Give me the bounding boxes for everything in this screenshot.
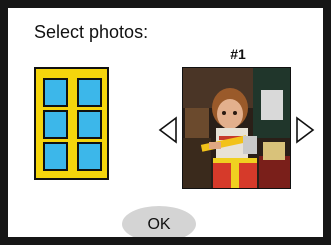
layout-slot	[77, 142, 102, 171]
layout-slot	[43, 110, 68, 139]
triangle-left-outline-icon	[158, 116, 177, 144]
photo-select-screen: Select photos: #1 OK	[8, 8, 323, 237]
photo-counter: #1	[230, 46, 246, 62]
ok-button[interactable]: OK	[122, 206, 196, 237]
six-up-photo-layout-icon[interactable]	[34, 67, 109, 180]
layout-slot	[43, 142, 68, 171]
child-photo-image	[183, 68, 290, 188]
screen-title: Select photos:	[34, 22, 149, 42]
layout-slot	[43, 78, 68, 107]
device-bezel: Select photos: #1 OK	[0, 0, 331, 245]
triangle-right-outline-icon	[296, 116, 315, 144]
layout-slot	[77, 110, 102, 139]
layout-slot	[77, 78, 102, 107]
photo-thumbnail[interactable]	[182, 67, 291, 189]
